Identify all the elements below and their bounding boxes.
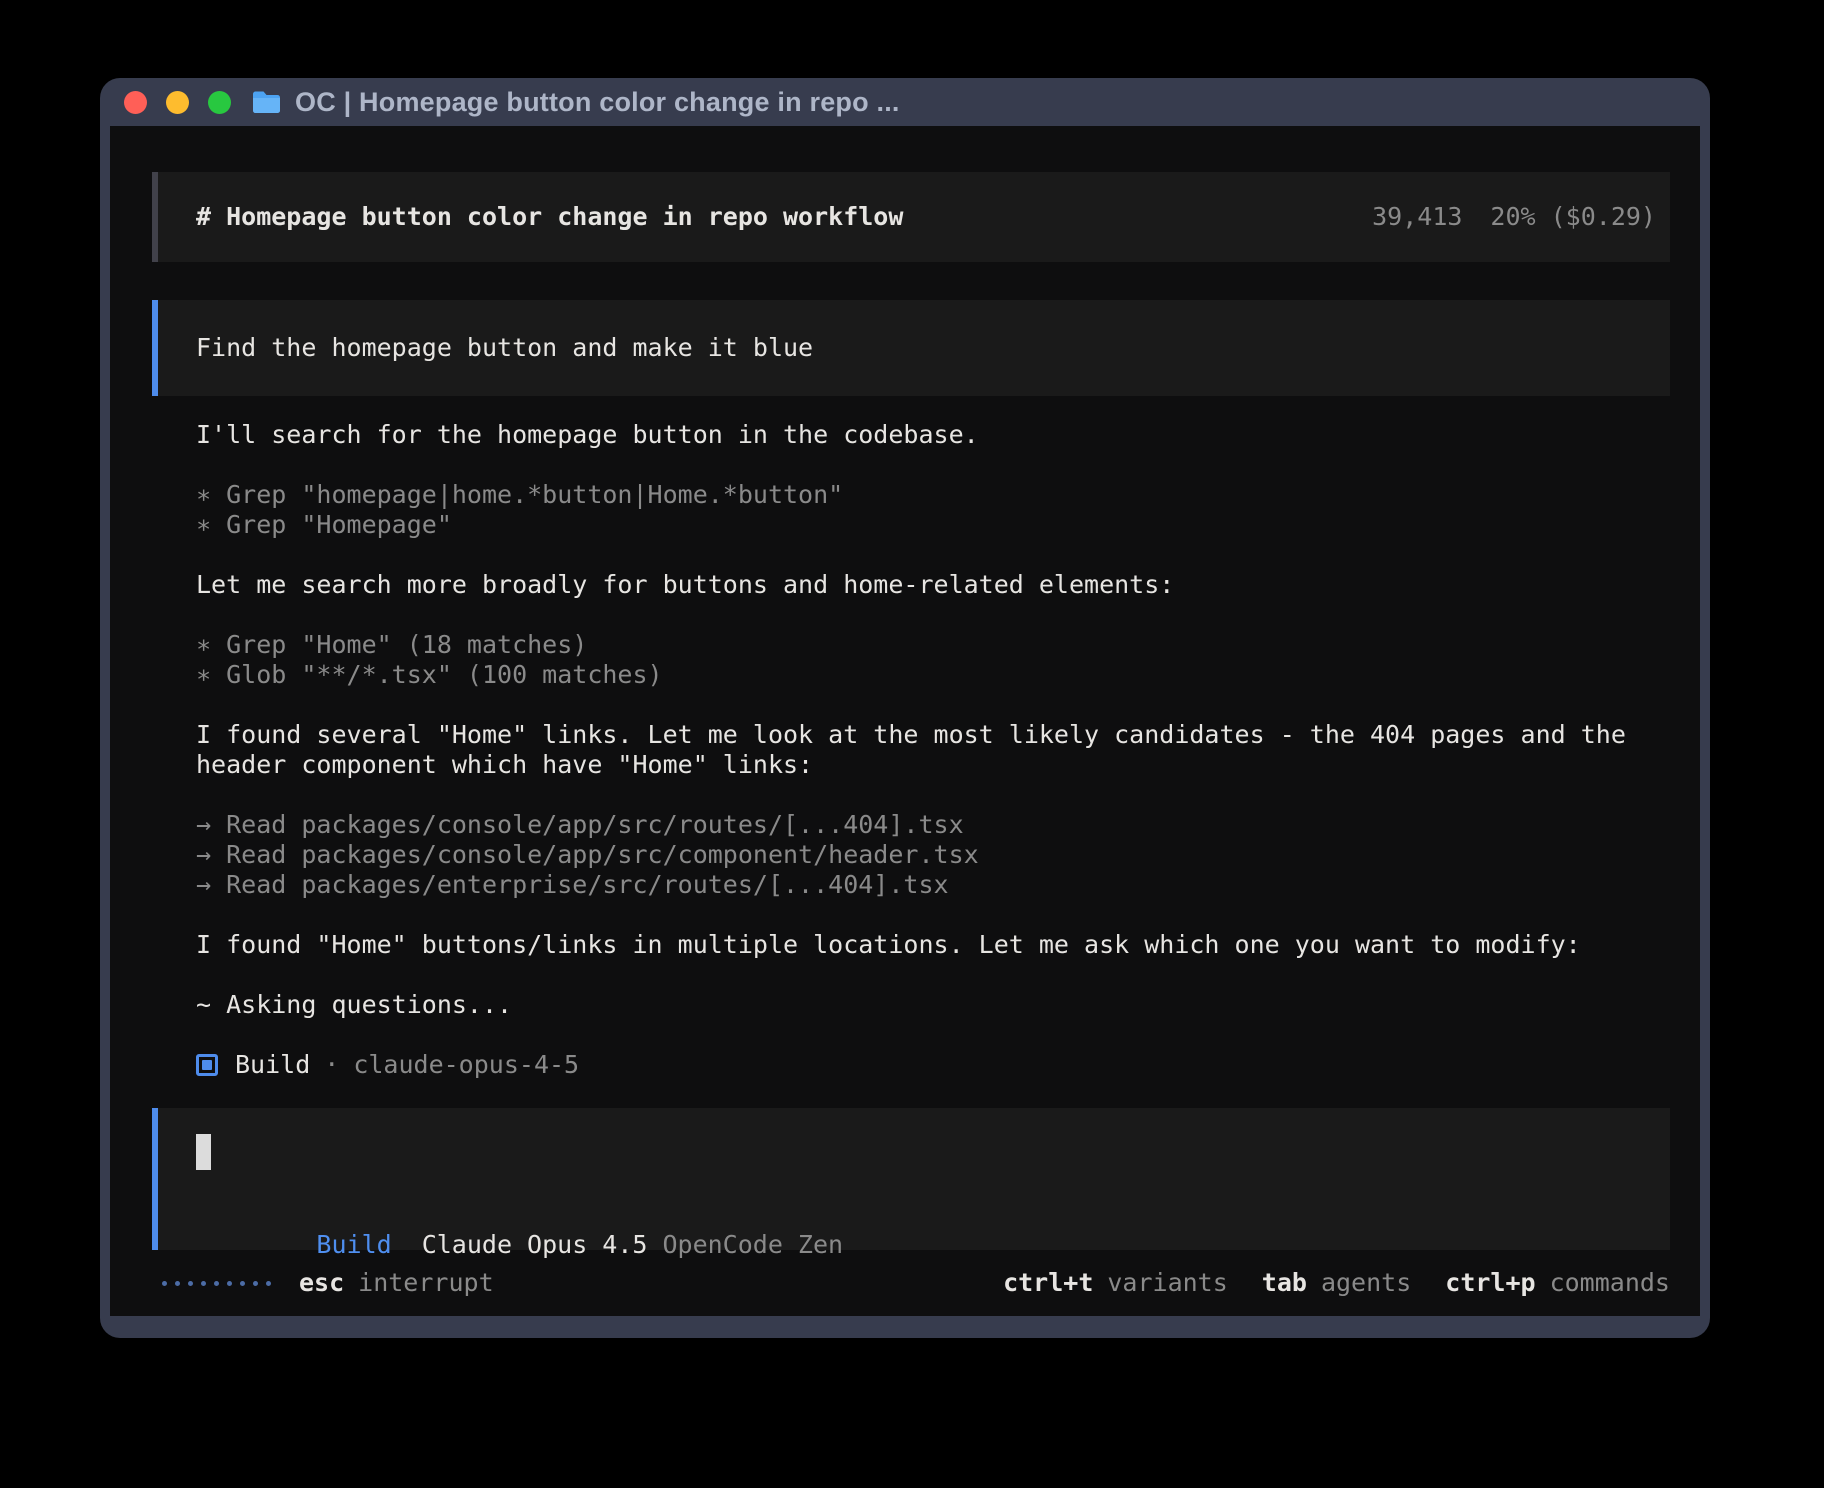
session-header: # Homepage button color change in repo w… — [152, 172, 1670, 262]
agent-build-icon — [196, 1054, 218, 1076]
session-title: # Homepage button color change in repo w… — [196, 202, 903, 232]
tool-call-line: ∗ Grep "homepage|home.*button|Home.*butt… — [196, 480, 1670, 510]
shortcut-key: esc — [299, 1268, 344, 1298]
zoom-button[interactable] — [208, 91, 231, 114]
tool-call-line: ∗ Glob "**/*.tsx" (100 matches) — [196, 660, 1670, 690]
shortcut-label: commands — [1550, 1268, 1670, 1298]
agent-name: Build — [235, 1050, 310, 1080]
status-bar: esc interrupt ctrl+t variants tab agents… — [162, 1266, 1670, 1300]
prompt-input[interactable]: BuildClaude Opus 4.5OpenCode Zen — [152, 1108, 1670, 1250]
assistant-paragraph: I found several "Home" links. Let me loo… — [196, 720, 1670, 780]
tool-call-line: → Read packages/console/app/src/componen… — [196, 840, 1670, 870]
assistant-paragraph: I found "Home" buttons/links in multiple… — [196, 930, 1670, 960]
assistant-text-line: ~ Asking questions... — [196, 990, 1670, 1020]
mode-badge: Build — [316, 1230, 391, 1259]
assistant-paragraph: ~ Asking questions... — [196, 990, 1670, 1020]
assistant-text-line: I found several "Home" links. Let me loo… — [196, 720, 1670, 750]
shortcut-commands: ctrl+p commands — [1445, 1268, 1670, 1298]
window-titlebar[interactable]: OC | Homepage button color change in rep… — [100, 78, 1710, 126]
shortcut-label: agents — [1321, 1268, 1411, 1298]
tool-call-group: ∗ Grep "Home" (18 matches) ∗ Glob "**/*.… — [196, 630, 1670, 690]
shortcut-key: ctrl+t — [1003, 1268, 1093, 1298]
shortcut-label: interrupt — [358, 1268, 493, 1298]
assistant-text-line: I found "Home" buttons/links in multiple… — [196, 930, 1670, 960]
tool-call-line: ∗ Grep "Home" (18 matches) — [196, 630, 1670, 660]
tool-call-group: → Read packages/console/app/src/routes/[… — [196, 810, 1670, 900]
shortcut-key: tab — [1262, 1268, 1307, 1298]
assistant-paragraph: Let me search more broadly for buttons a… — [196, 570, 1670, 600]
shortcut-interrupt: esc interrupt — [299, 1268, 494, 1298]
token-count: 39,413 — [1372, 202, 1462, 231]
tool-call-group: ∗ Grep "homepage|home.*button|Home.*butt… — [196, 480, 1670, 540]
traffic-lights — [124, 91, 231, 114]
context-usage: 20% ($0.29) — [1490, 202, 1656, 231]
session-stats: 39,413 20% ($0.29) — [1252, 172, 1656, 262]
status-right: ctrl+t variants tab agents ctrl+p comman… — [1003, 1268, 1670, 1298]
spinner-dots — [162, 1281, 271, 1286]
window-title: OC | Homepage button color change in rep… — [295, 87, 900, 118]
shortcut-key: ctrl+p — [1445, 1268, 1535, 1298]
tool-call-line: ∗ Grep "Homepage" — [196, 510, 1670, 540]
user-message-block: Find the homepage button and make it blu… — [152, 300, 1670, 396]
assistant-text-line: header component which have "Home" links… — [196, 750, 1670, 780]
input-meta-row: BuildClaude Opus 4.5OpenCode Zen — [196, 1200, 1632, 1230]
assistant-response: I'll search for the homepage button in t… — [196, 420, 1670, 1080]
shortcut-agents: tab agents — [1262, 1268, 1411, 1298]
app-window: OC | Homepage button color change in rep… — [100, 78, 1710, 1338]
user-message-text: Find the homepage button and make it blu… — [196, 333, 813, 363]
folder-icon — [251, 90, 282, 115]
tool-call-line: → Read packages/enterprise/src/routes/[.… — [196, 870, 1670, 900]
assistant-text-line: Let me search more broadly for buttons a… — [196, 570, 1670, 600]
model-name: Claude Opus 4.5 — [422, 1230, 648, 1259]
status-left: esc interrupt — [162, 1268, 494, 1298]
agent-status-row: Build · claude-opus-4-5 — [196, 1050, 1670, 1080]
tool-call-line: → Read packages/console/app/src/routes/[… — [196, 810, 1670, 840]
close-button[interactable] — [124, 91, 147, 114]
text-cursor — [196, 1134, 211, 1170]
terminal-content: # Homepage button color change in repo w… — [110, 126, 1700, 1316]
assistant-paragraph: I'll search for the homepage button in t… — [196, 420, 1670, 450]
provider-name: OpenCode Zen — [662, 1230, 843, 1259]
shortcut-label: variants — [1107, 1268, 1227, 1298]
assistant-text-line: I'll search for the homepage button in t… — [196, 420, 1670, 450]
minimize-button[interactable] — [166, 91, 189, 114]
agent-separator: · — [324, 1050, 339, 1080]
shortcut-variants: ctrl+t variants — [1003, 1268, 1228, 1298]
agent-model: claude-opus-4-5 — [353, 1050, 579, 1080]
